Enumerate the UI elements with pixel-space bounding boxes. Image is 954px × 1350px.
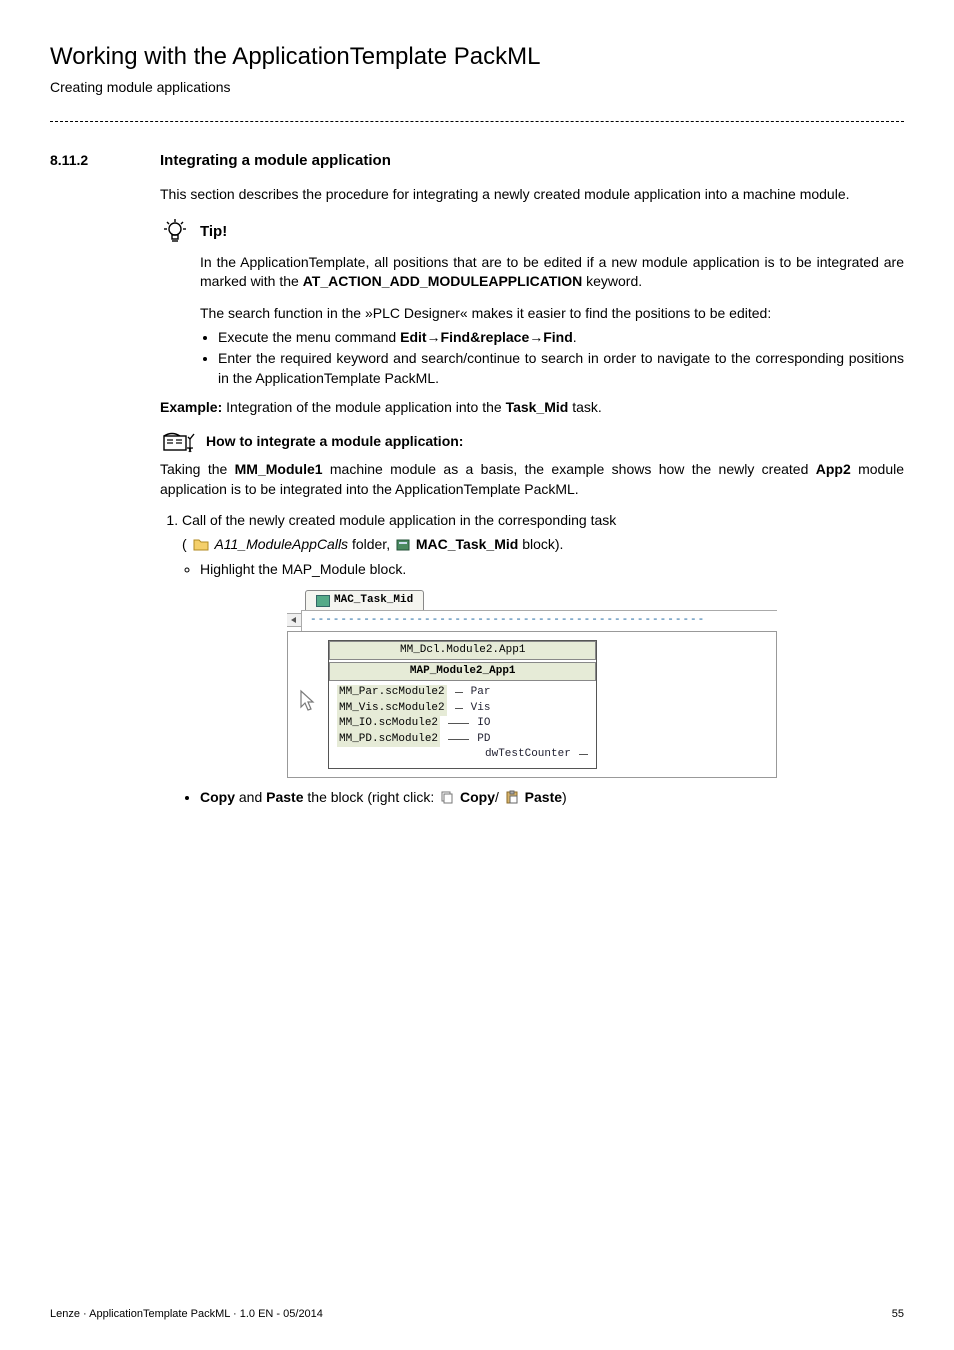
howto-steps: Call of the newly created module applica…: [160, 511, 904, 580]
howto-label: How to integrate a module application:: [206, 432, 463, 452]
page-subtitle: Creating module applications: [50, 78, 904, 98]
lightbulb-icon: [160, 217, 200, 247]
s1c: folder,: [348, 536, 394, 552]
bullet-highlight: Highlight the MAP_Module block.: [200, 560, 904, 580]
intro-paragraph: This section describes the procedure for…: [160, 185, 904, 205]
tip-p2: The search function in the »PLC Designer…: [200, 304, 904, 324]
step1-text: Call of the newly created module applica…: [182, 512, 616, 528]
page-title: Working with the ApplicationTemplate Pac…: [50, 40, 904, 74]
program-block-icon: [316, 595, 330, 607]
fb-type: MAP_Module2_App1: [329, 662, 596, 681]
editor-tab[interactable]: MAC_Task_Mid: [305, 590, 424, 610]
folder-icon: [193, 537, 209, 557]
tip-p1: In the ApplicationTemplate, all position…: [200, 253, 904, 292]
s1e: block).: [518, 536, 563, 552]
howto-pb: MM_Module1: [235, 461, 323, 477]
section-number: 8.11.2: [50, 151, 160, 171]
pin-l1: Par: [471, 685, 491, 700]
step1: Call of the newly created module applica…: [182, 511, 904, 580]
tip-li1-c: .: [573, 329, 577, 345]
divider: [50, 121, 904, 122]
example-label: Example:: [160, 399, 222, 415]
cp-g: Paste: [525, 789, 562, 805]
pin-l2-src: MM_Vis.scModule2: [337, 701, 447, 716]
tip-li2: Enter the required keyword and search/co…: [218, 349, 904, 388]
s1a: (: [182, 536, 187, 552]
howto-pc: machine module as a basis, the example s…: [323, 461, 816, 477]
s1b: A11_ModuleAppCalls: [214, 536, 348, 552]
howto-pd: App2: [816, 461, 851, 477]
tab-bar: MAC_Task_Mid: [287, 590, 777, 610]
pin-l3: IO: [477, 716, 490, 731]
cursor-icon: [298, 689, 316, 719]
howto-p: Taking the MM_Module1 machine module as …: [160, 460, 904, 499]
pin-l4: PD: [477, 732, 490, 747]
section-heading: Integrating a module application: [160, 150, 391, 171]
pin-l1-src: MM_Par.scModule2: [337, 685, 447, 700]
cp-c: Paste: [266, 789, 303, 805]
tab-label: MAC_Task_Mid: [334, 593, 413, 608]
program-block-icon: [396, 537, 410, 557]
pin-l4-src: MM_PD.scModule2: [337, 732, 440, 747]
tip-li1: Execute the menu command Edit→Find&repla…: [218, 328, 904, 348]
cp-b: and: [235, 789, 266, 805]
copy-icon: [440, 790, 454, 810]
step1-sub: ( A11_ModuleAppCalls folder, MAC_Task_Mi…: [182, 535, 904, 557]
cp-e: Copy: [460, 789, 495, 805]
scroll-left-icon[interactable]: [287, 613, 301, 627]
s1d: MAC_Task_Mid: [416, 536, 518, 552]
procedure-icon: [160, 430, 206, 454]
howto-pa: Taking the: [160, 461, 235, 477]
example-line: Example: Integration of the module appli…: [160, 398, 904, 418]
cp-a: Copy: [200, 789, 235, 805]
tip-header: Tip!: [160, 217, 904, 247]
footer-left: Lenze · ApplicationTemplate PackML · 1.0…: [50, 1307, 323, 1322]
tip-li1-a: Execute the menu command: [218, 329, 400, 345]
step1-bullets: Highlight the MAP_Module block.: [182, 560, 904, 580]
tip-p1-c: keyword.: [582, 273, 642, 289]
cp-h: ): [562, 789, 567, 805]
after-shot-bullets: Copy and Paste the block (right click: C…: [182, 788, 904, 810]
footer-right: 55: [892, 1307, 904, 1322]
tip-body: In the ApplicationTemplate, all position…: [200, 253, 904, 389]
section-heading-row: 8.11.2 Integrating a module application: [50, 150, 904, 171]
example-a: Integration of the module application in…: [222, 399, 505, 415]
fbd-block: MM_Dcl.Module2.App1 MAP_Module2_App1 MM_…: [287, 631, 777, 779]
howto-header: How to integrate a module application:: [160, 430, 904, 454]
page-footer: Lenze · ApplicationTemplate PackML · 1.0…: [50, 1307, 904, 1322]
example-c: task.: [568, 399, 601, 415]
bullet-copy-paste: Copy and Paste the block (right click: C…: [200, 788, 904, 810]
tip-p1-b: AT_ACTION_ADD_MODULEAPPLICATION: [303, 273, 583, 289]
paste-icon: [505, 790, 519, 810]
upper-sep: ----------------------------------------…: [287, 610, 777, 630]
function-block[interactable]: MM_Dcl.Module2.App1 MAP_Module2_App1 MM_…: [328, 640, 597, 770]
tip-label: Tip!: [200, 221, 227, 242]
dash-line: ----------------------------------------…: [301, 610, 777, 630]
tip-li1-b: Edit→Find&replace→Find: [400, 329, 573, 345]
cp-f: /: [495, 789, 499, 805]
pin-out: dwTestCounter: [485, 747, 571, 762]
example-b: Task_Mid: [506, 399, 569, 415]
cp-d: the block (right click:: [304, 789, 439, 805]
pin-l2: Vis: [471, 701, 491, 716]
fb-instance: MM_Dcl.Module2.App1: [329, 641, 596, 660]
code-screenshot: MAC_Task_Mid ---------------------------…: [287, 590, 777, 779]
tip-list: Execute the menu command Edit→Find&repla…: [200, 328, 904, 389]
pin-l3-src: MM_IO.scModule2: [337, 716, 440, 731]
